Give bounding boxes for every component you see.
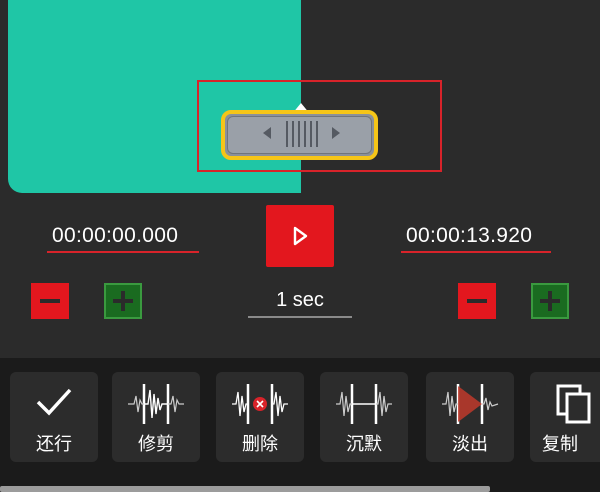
start-time-underline — [47, 251, 199, 253]
end-increase-button[interactable] — [531, 283, 569, 319]
start-decrease-button[interactable] — [31, 283, 69, 319]
toolbar-item-fade-out[interactable]: 淡出 — [426, 372, 514, 462]
toolbar-item-confirm[interactable]: 还行 — [10, 372, 98, 462]
play-icon — [293, 226, 308, 246]
toolbar-scrollbar[interactable] — [0, 486, 490, 492]
step-size-underline — [248, 316, 352, 318]
check-icon — [36, 388, 72, 416]
end-decrease-button[interactable] — [458, 283, 496, 319]
toolbar-item-silence[interactable]: 沉默 — [320, 372, 408, 462]
end-time-underline — [401, 251, 551, 253]
start-time-field[interactable]: 00:00:00.000 — [52, 224, 178, 248]
copy-icon — [556, 384, 591, 424]
annotation-highlight-box — [197, 80, 442, 172]
trim-icon — [128, 384, 184, 424]
start-increase-button[interactable] — [104, 283, 142, 319]
toolbar-item-label: 还行 — [36, 434, 72, 454]
toolbar-item-delete[interactable]: 删除 — [216, 372, 304, 462]
step-size-selector[interactable]: 1 sec — [248, 289, 352, 312]
toolbar-item-label: 淡出 — [452, 434, 488, 454]
end-time-field[interactable]: 00:00:13.920 — [406, 224, 532, 248]
toolbar-item-trim[interactable]: 修剪 — [112, 372, 200, 462]
toolbar-item-label: 复制 — [542, 434, 578, 454]
toolbar-item-label: 修剪 — [138, 434, 174, 454]
toolbar-item-copy[interactable]: 复制 — [530, 372, 600, 462]
toolbar-item-label: 沉默 — [346, 434, 382, 454]
delete-segment-icon — [232, 384, 288, 424]
silence-icon — [336, 384, 392, 424]
fade-out-icon — [442, 384, 499, 424]
toolbar-item-label: 删除 — [242, 434, 278, 454]
